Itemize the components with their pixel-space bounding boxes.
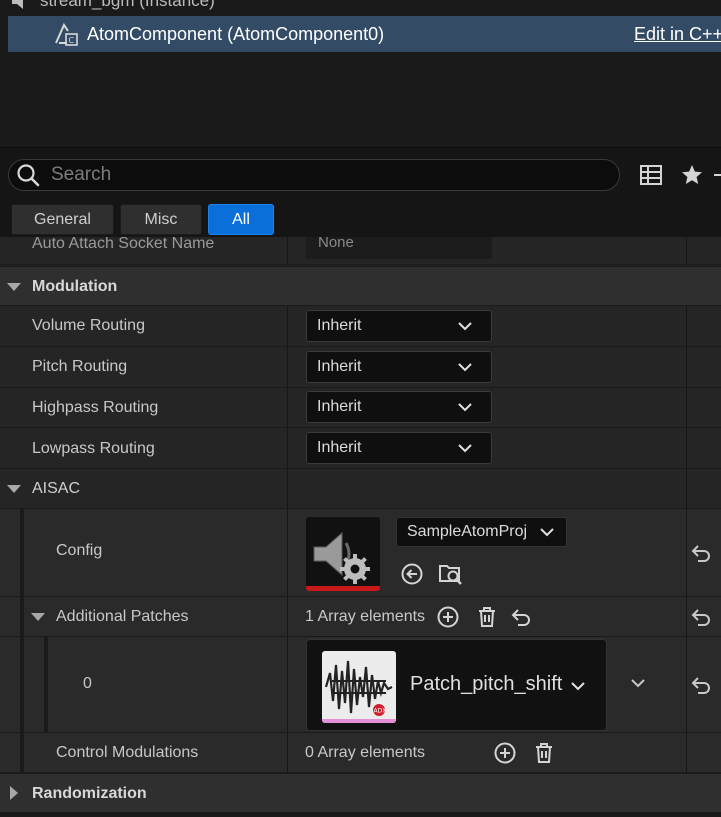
array-count: 1 Array elements — [305, 608, 426, 625]
lowpass-routing-dropdown[interactable]: Inherit — [306, 432, 492, 464]
waveform-icon: ADX — [322, 651, 396, 723]
collapse-arrow-icon[interactable] — [31, 613, 45, 621]
property-label: Volume Routing — [32, 317, 145, 334]
asset-name: SampleAtomProj — [407, 523, 528, 540]
property-row-lowpass-routing: Lowpass Routing Inherit — [0, 428, 721, 469]
reset-to-default-icon[interactable] — [690, 674, 712, 696]
dropdown-value: Inherit — [317, 317, 362, 334]
property-row-control-modulations: Control Modulations 0 Array elements — [0, 733, 721, 773]
filter-tab-general[interactable]: General — [11, 204, 114, 235]
category-title: Randomization — [32, 785, 147, 802]
element-options-chevron-icon[interactable] — [629, 676, 647, 690]
category-randomization[interactable]: Randomization — [0, 773, 721, 813]
collapse-arrow-icon[interactable] — [7, 485, 21, 493]
dropdown-value: Inherit — [317, 398, 362, 415]
tree-item-label: AtomComponent (AtomComponent0) — [87, 23, 385, 44]
patch-asset-name: Patch_pitch_shift — [410, 673, 563, 695]
search-icon — [17, 164, 40, 187]
pitch-routing-dropdown[interactable]: Inherit — [306, 351, 492, 383]
property-row-config: Config SampleAtomProj — [0, 509, 721, 597]
chevron-down-icon — [458, 322, 472, 331]
table-view-icon[interactable] — [638, 162, 664, 188]
volume-routing-dropdown[interactable]: Inherit — [306, 310, 492, 342]
search-bar — [8, 159, 620, 191]
patch-asset-thumbnail: ADX — [322, 651, 396, 723]
property-row-pitch-routing: Pitch Routing Inherit — [0, 347, 721, 388]
sound-config-icon — [306, 531, 380, 591]
filter-tab-all[interactable]: All — [208, 204, 274, 235]
config-asset-picker[interactable]: SampleAtomProj — [396, 517, 567, 547]
collapse-arrow-icon[interactable] — [7, 283, 21, 291]
chevron-down-icon — [458, 444, 472, 453]
reset-to-default-icon[interactable] — [690, 542, 712, 564]
tree-item-stream-bgm[interactable]: stream_bgm (Instance) — [10, 0, 215, 12]
use-selected-asset-icon[interactable] — [399, 561, 425, 587]
tree-item-label: stream_bgm (Instance) — [40, 0, 215, 10]
filter-tab-misc[interactable]: Misc — [120, 204, 202, 235]
svg-text:C: C — [69, 36, 75, 45]
property-row-volume-routing: Volume Routing Inherit — [0, 306, 721, 347]
patch-asset-card[interactable]: ADX Patch_pitch_shift — [306, 639, 607, 731]
category-modulation[interactable]: Modulation — [0, 266, 721, 306]
search-input[interactable] — [51, 164, 591, 186]
property-label: Config — [56, 542, 103, 559]
browse-asset-icon[interactable] — [438, 561, 464, 587]
reset-array-icon[interactable] — [510, 606, 532, 628]
chevron-down-icon — [458, 403, 472, 412]
chevron-down-icon — [540, 528, 554, 537]
details-property-grid: Auto Attach Socket Name None Modulation … — [0, 237, 721, 817]
add-element-icon[interactable] — [492, 740, 518, 766]
group-title: AISAC — [32, 480, 81, 497]
property-label: Lowpass Routing — [32, 440, 155, 457]
chevron-down-icon — [458, 363, 472, 372]
property-row-additional-patches: Additional Patches 1 Array elements — [0, 597, 721, 637]
property-label: Auto Attach Socket Name — [32, 237, 215, 252]
property-label: Pitch Routing — [32, 358, 128, 375]
dropdown-value: Inherit — [317, 358, 362, 375]
dropdown-value: Inherit — [317, 439, 362, 456]
speaker-icon — [12, 0, 23, 9]
add-element-icon[interactable] — [435, 604, 461, 630]
adx-badge: ADX — [374, 708, 387, 715]
array-count: 0 Array elements — [305, 744, 426, 761]
more-options-icon[interactable] — [714, 174, 721, 176]
config-asset-thumbnail[interactable] — [306, 517, 380, 591]
category-title: Modulation — [32, 278, 118, 295]
edit-in-cpp-link[interactable]: Edit in C++ — [634, 24, 721, 45]
favorites-star-icon[interactable] — [679, 162, 705, 188]
group-row-aisac[interactable]: AISAC — [0, 469, 721, 509]
array-element-row-0: 0 ADX Patch_pitch_shift — [0, 637, 721, 733]
property-row-auto-attach-socket: Auto Attach Socket Name None — [0, 237, 721, 265]
property-row-highpass-routing: Highpass Routing Inherit — [0, 388, 721, 428]
socket-name-field[interactable]: None — [306, 237, 492, 259]
chevron-down-icon[interactable] — [570, 679, 586, 693]
delete-all-icon[interactable] — [531, 740, 557, 766]
expand-arrow-icon[interactable] — [10, 786, 18, 800]
property-label: Highpass Routing — [32, 399, 159, 416]
component-tree-panel: stream_bgm (Instance) C AtomComponent (A… — [0, 0, 721, 148]
delete-all-icon[interactable] — [474, 604, 500, 630]
tree-item-atom-component[interactable]: C AtomComponent (AtomComponent0) Edit in… — [8, 16, 721, 52]
element-index: 0 — [83, 675, 92, 692]
property-label: Control Modulations — [56, 744, 199, 761]
reset-to-default-icon[interactable] — [690, 606, 712, 628]
property-label: Additional Patches — [56, 608, 189, 625]
highpass-routing-dropdown[interactable]: Inherit — [306, 391, 492, 423]
atom-component-icon: C — [55, 22, 78, 46]
